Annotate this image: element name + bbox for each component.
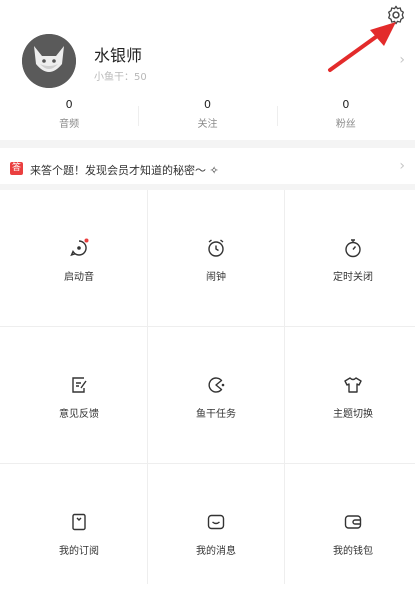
grid-item-feedback[interactable]: 意见反馈 — [10, 327, 148, 464]
feedback-icon — [72, 377, 87, 393]
grid-item-startup-sound[interactable]: 启动音 — [10, 190, 148, 327]
grid-item-label: 启动音 — [64, 272, 94, 283]
grid-item-label: 闹钟 — [206, 272, 226, 283]
message-icon — [207, 514, 225, 530]
grid-item-wallet[interactable]: 我的钱包 — [284, 464, 415, 601]
stat-label: 粉丝 — [335, 119, 356, 130]
banner-chevron-icon: › — [399, 158, 405, 174]
fish-count: 小鱼干：50 — [94, 72, 147, 83]
grid-item-theme[interactable]: 主题切换 — [284, 327, 415, 464]
grid-item-alarm[interactable]: 闹钟 — [147, 190, 285, 327]
grid-item-fish-task[interactable]: 鱼干任务 — [147, 327, 285, 464]
stat-followers[interactable]: 0 粉丝 — [276, 98, 415, 134]
grid-item-label: 鱼干任务 — [196, 409, 236, 420]
fish-task-icon — [208, 377, 225, 393]
section-divider — [0, 140, 415, 148]
stat-label: 关注 — [197, 119, 218, 130]
grid-item-messages[interactable]: 我的消息 — [147, 464, 285, 601]
subscription-icon — [72, 513, 86, 531]
grid-item-label: 定时关闭 — [333, 272, 373, 283]
grid-item-label: 主题切换 — [333, 409, 373, 420]
feature-grid: 启动音 闹钟 定时关闭 意见反馈 鱼干任务 主题切换 我的订阅 我的消息 我的钱… — [0, 190, 415, 584]
theme-shirt-icon — [344, 377, 362, 393]
wallet-icon — [344, 515, 362, 529]
stat-value: 0 — [342, 98, 350, 111]
quiz-banner[interactable]: 答 来答个题！发现会员才知道的秘密～ ✧ › — [0, 150, 415, 184]
profile-chevron-icon[interactable]: › — [399, 52, 405, 68]
banner-text: 来答个题！发现会员才知道的秘密～ ✧ — [30, 164, 219, 177]
avatar[interactable] — [22, 34, 76, 88]
user-name: 水银师 — [94, 46, 143, 65]
stat-audio[interactable]: 0 音频 — [0, 98, 138, 134]
stat-label: 音频 — [59, 119, 80, 130]
timer-icon — [345, 239, 361, 258]
stats-row: 0 音频 0 关注 0 粉丝 — [0, 98, 415, 134]
alarm-clock-icon — [208, 239, 224, 257]
startup-sound-icon — [70, 238, 89, 257]
quiz-badge: 答 — [10, 162, 23, 175]
grid-item-sleep-timer[interactable]: 定时关闭 — [284, 190, 415, 327]
grid-item-label: 我的消息 — [196, 546, 236, 557]
profile-header[interactable]: 水银师 小鱼干：50 › — [0, 0, 415, 95]
grid-item-label: 意见反馈 — [59, 409, 99, 420]
stat-value: 0 — [65, 98, 73, 111]
stat-value: 0 — [203, 98, 211, 111]
cat-avatar-icon — [22, 34, 76, 88]
grid-item-label: 我的钱包 — [333, 546, 373, 557]
grid-item-label: 我的订阅 — [59, 546, 99, 557]
stat-following[interactable]: 0 关注 — [138, 98, 276, 134]
grid-item-subscriptions[interactable]: 我的订阅 — [10, 464, 148, 601]
